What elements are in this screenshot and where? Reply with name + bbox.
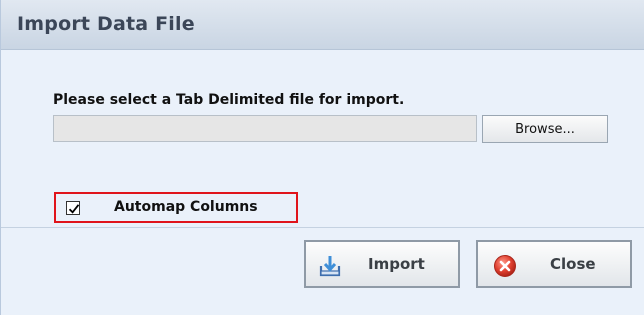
close-button-label: Close [550,255,596,273]
import-button-label: Import [368,255,425,273]
checkmark-icon [68,204,80,214]
close-x-circle-icon [494,255,516,277]
file-path-input[interactable] [53,115,477,142]
automap-columns-checkbox[interactable] [66,201,80,215]
close-button[interactable]: Close [476,240,632,288]
dialog-title: Import Data File [17,13,195,35]
automap-columns-label: Automap Columns [114,199,258,215]
import-download-icon [319,256,341,277]
browse-button[interactable]: Browse... [482,115,608,143]
dialog-title-bar: Import Data File [1,0,644,50]
automap-columns-highlight: Automap Columns [54,192,298,223]
file-select-prompt: Please select a Tab Delimited file for i… [53,92,405,108]
import-data-file-dialog: Import Data File Please select a Tab Del… [0,0,644,315]
button-bar-separator [1,227,644,228]
import-button[interactable]: Import [304,240,460,288]
